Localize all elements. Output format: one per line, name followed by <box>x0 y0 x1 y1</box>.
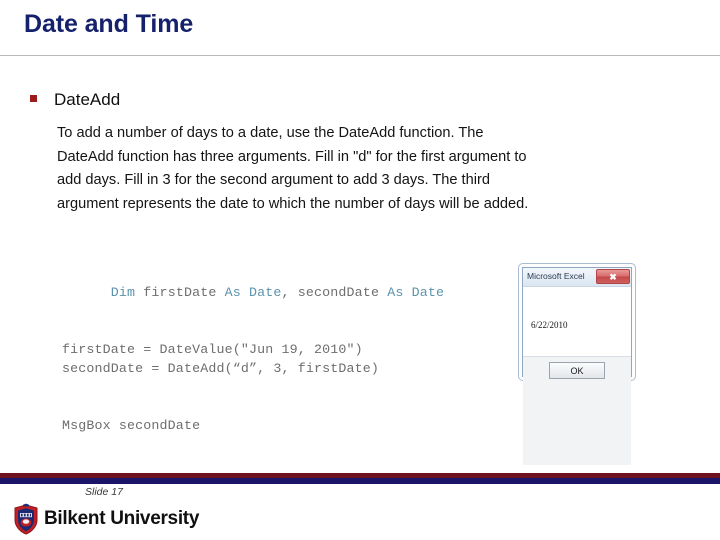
body-line: argument represents the date to which th… <box>57 196 529 213</box>
slide-canvas: Date and Time DateAdd To add a number of… <box>0 0 720 540</box>
excel-message-dialog: Microsoft Excel ✖ 6/22/2010 OK <box>518 263 636 465</box>
code-token-plain: , secondDate <box>281 285 388 300</box>
code-token-keyword: As Date <box>224 285 282 300</box>
title-divider <box>0 55 720 56</box>
bullet-item-label: DateAdd <box>54 90 121 109</box>
dialog-frame: Microsoft Excel ✖ 6/22/2010 OK <box>522 267 632 465</box>
footer-brand: Bilkent University <box>12 503 199 535</box>
code-line-declaration: Dim firstDate As Date, secondDate As Dat… <box>62 264 444 321</box>
brand-name: Bilkent University <box>44 508 200 529</box>
body-line: DateAdd function has three arguments. Fi… <box>57 148 527 165</box>
body-line: To add a number of days to a date, use t… <box>57 125 484 141</box>
page-title: Date and Time <box>24 10 194 38</box>
code-token-keyword: Dim <box>110 285 136 300</box>
slide-header: Date and Time <box>0 0 720 56</box>
ok-button[interactable]: OK <box>549 362 605 379</box>
dialog-message-text: 6/22/2010 <box>531 320 568 330</box>
code-sample: Dim firstDate As Date, secondDate As Dat… <box>62 264 444 435</box>
dialog-titlebar: Microsoft Excel ✖ <box>523 268 631 287</box>
bilkent-crest-icon <box>12 503 40 535</box>
footer-accent-bar-navy <box>0 478 720 484</box>
dialog-footer: OK <box>523 357 631 465</box>
body-line: add days. Fill in 3 for the second argum… <box>57 172 490 189</box>
close-icon[interactable]: ✖ <box>596 269 630 284</box>
code-line-assign-second: secondDate = DateAdd(“d”, 3, firstDate) <box>62 361 380 376</box>
dialog-body: 6/22/2010 <box>523 287 631 357</box>
square-bullet-icon <box>30 95 37 102</box>
bullet-item: DateAdd <box>30 90 120 110</box>
code-line-msgbox: MsgBox secondDate <box>62 418 201 433</box>
body-paragraph: To add a number of days to a date, use t… <box>57 122 677 217</box>
code-token-plain: firstDate <box>135 285 225 300</box>
code-token-keyword: As Date <box>387 285 445 300</box>
slide-number: Slide 17 <box>85 486 123 498</box>
code-line-assign-first: firstDate = DateValue("Jun 19, 2010") <box>62 342 363 357</box>
dialog-title: Microsoft Excel <box>527 271 585 281</box>
